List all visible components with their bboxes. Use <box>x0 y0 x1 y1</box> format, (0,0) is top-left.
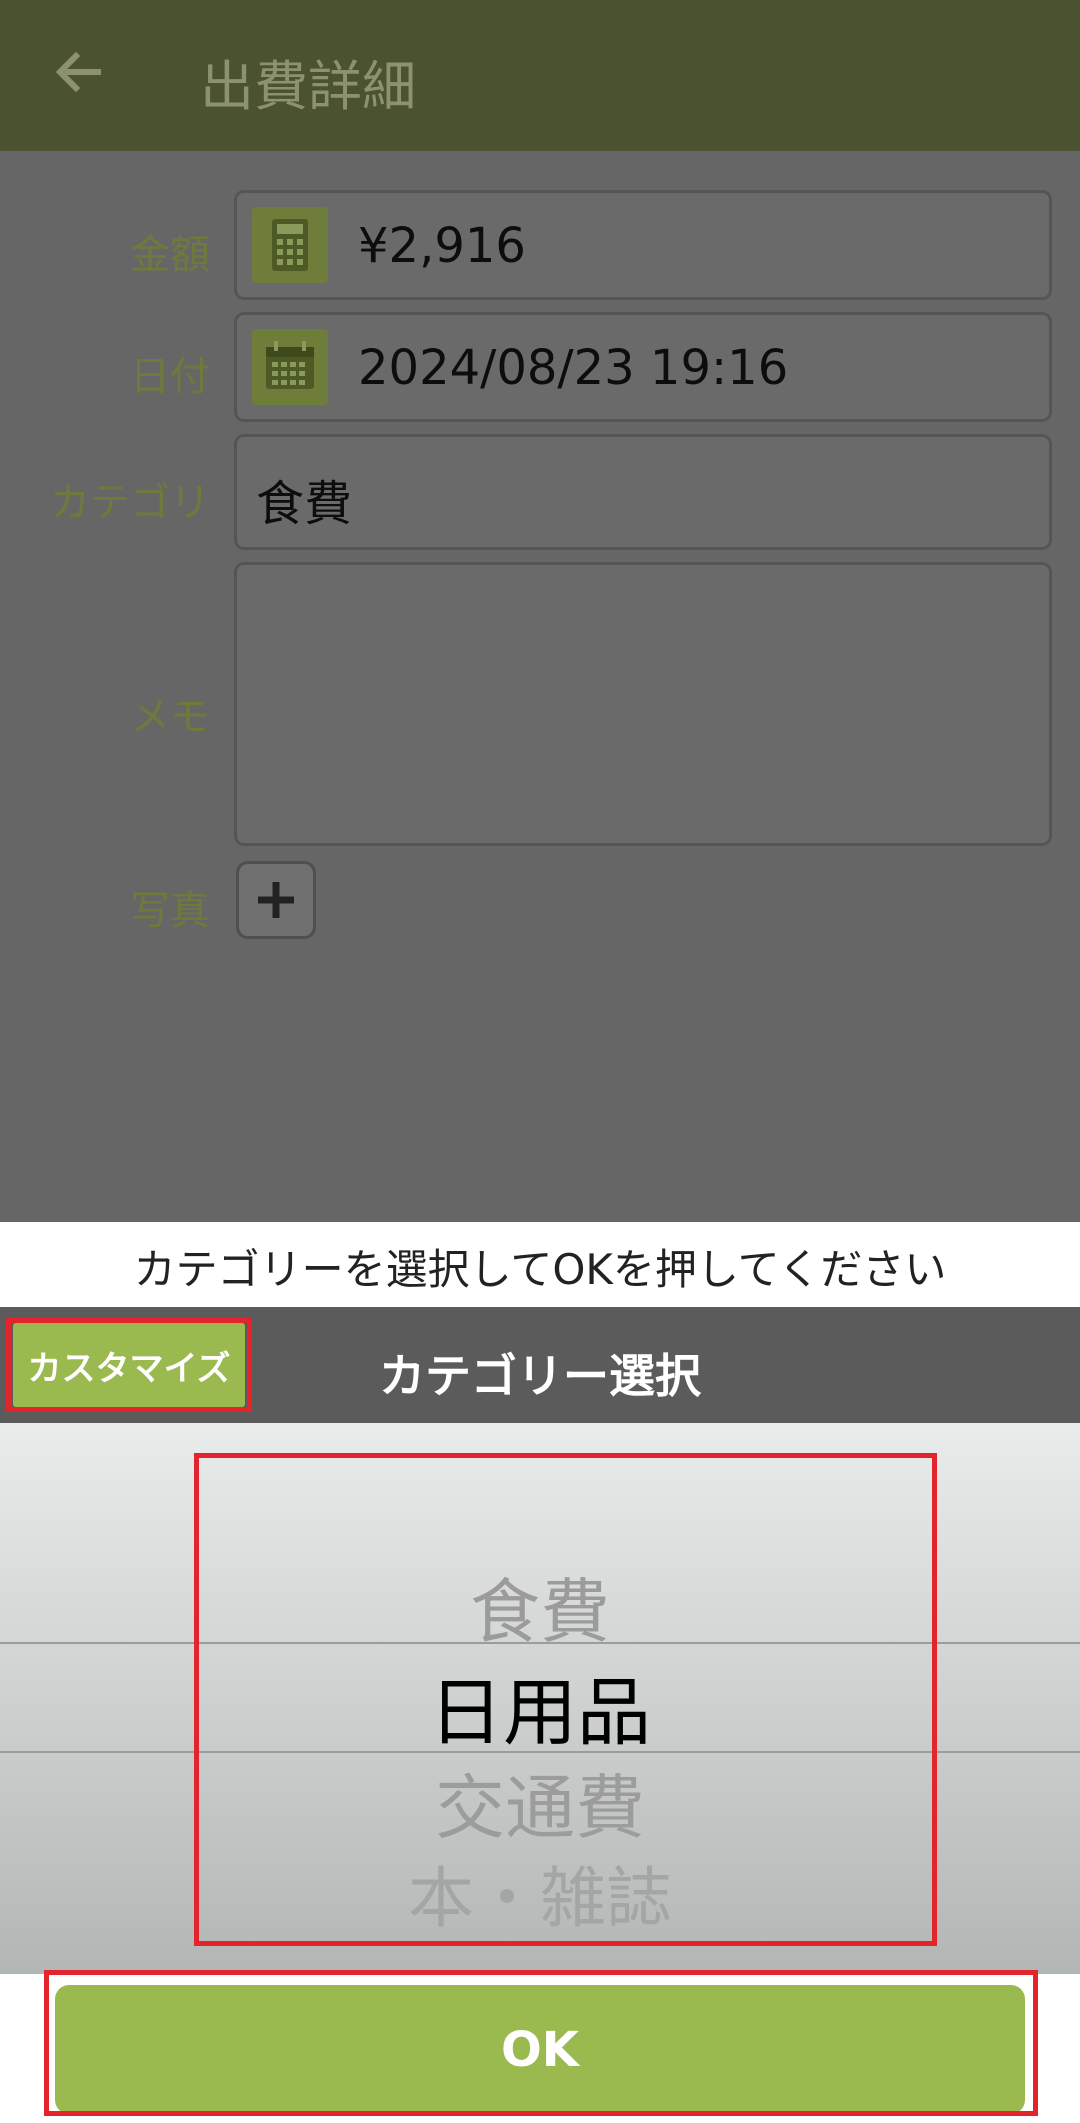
category-field[interactable] <box>234 434 1052 550</box>
photo-label: 写真 <box>130 888 210 934</box>
calculator-button[interactable] <box>252 207 328 283</box>
calendar-button[interactable] <box>252 329 328 405</box>
dialog-prompt: カテゴリーを選択してOKを押してください <box>133 1245 947 1294</box>
category-value: 食費 <box>256 476 353 532</box>
category-label: カテゴリ <box>50 480 210 526</box>
arrow-left-icon <box>55 51 101 93</box>
memo-label: メモ <box>130 694 210 740</box>
dialog-title: カテゴリー選択 <box>379 1349 701 1403</box>
page-title: 出費詳細 <box>200 55 416 118</box>
amount-value: ¥2,916 <box>358 218 526 274</box>
calculator-icon <box>272 219 308 271</box>
amount-field[interactable] <box>234 190 1052 300</box>
picker-highlight <box>194 1453 937 1946</box>
plus-icon <box>258 882 294 918</box>
date-value: 2024/08/23 19:16 <box>358 340 789 396</box>
amount-label: 金額 <box>130 232 210 278</box>
add-photo-button[interactable] <box>236 861 316 939</box>
calendar-icon <box>266 341 314 389</box>
memo-field[interactable] <box>234 562 1052 846</box>
back-button[interactable] <box>48 42 108 102</box>
app-bar <box>0 0 1080 151</box>
date-label: 日付 <box>130 354 210 400</box>
ok-highlight <box>44 1970 1038 2116</box>
